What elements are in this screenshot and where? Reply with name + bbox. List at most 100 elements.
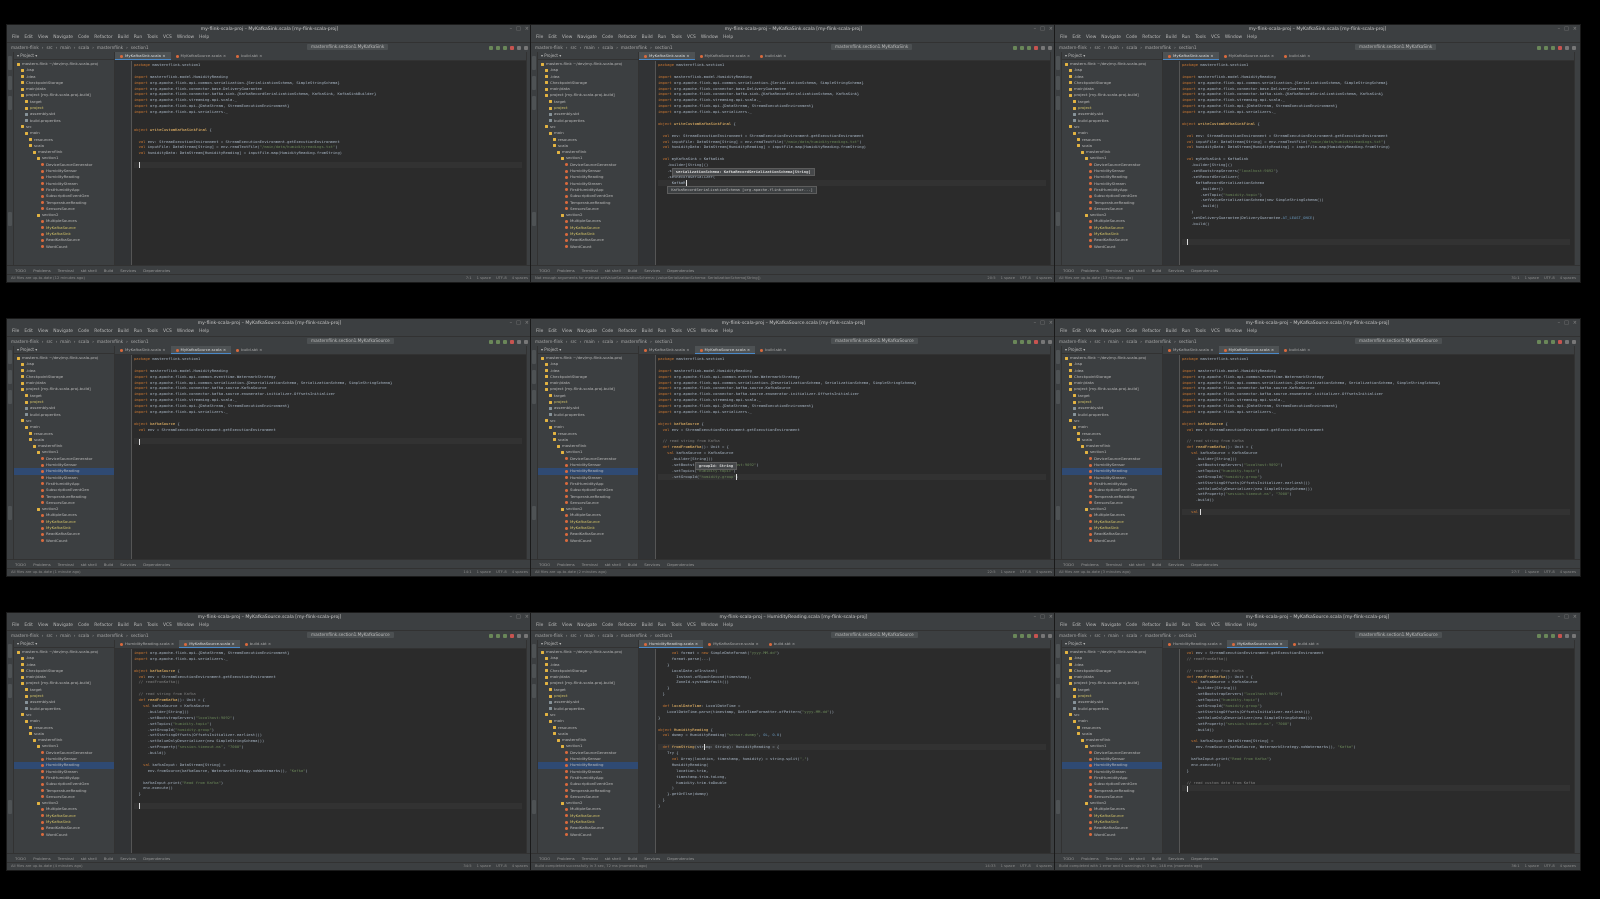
tool-window-dependencies[interactable]: Dependencies xyxy=(1191,856,1218,861)
commit-tool-icon[interactable] xyxy=(532,76,536,90)
breadcrumb-item[interactable]: main xyxy=(1108,339,1118,344)
menu-item-edit[interactable]: Edit xyxy=(548,623,557,628)
maximize-icon[interactable]: □ xyxy=(516,614,521,620)
close-icon[interactable]: × xyxy=(1270,347,1274,352)
commit-tool-icon[interactable] xyxy=(1056,76,1060,90)
code-area[interactable]: package masternflink.section1 import mast… xyxy=(1163,61,1574,266)
maximize-icon[interactable]: □ xyxy=(1040,614,1045,620)
menu-item-edit[interactable]: Edit xyxy=(24,35,33,40)
debug-icon[interactable] xyxy=(1020,634,1024,638)
menu-item-file[interactable]: File xyxy=(1060,35,1067,40)
tool-window-services[interactable]: Services xyxy=(1168,562,1184,567)
settings-icon[interactable] xyxy=(524,46,528,50)
debug-icon[interactable] xyxy=(1544,340,1548,344)
menu-item-navigate[interactable]: Navigate xyxy=(577,35,597,40)
menu-item-navigate[interactable]: Navigate xyxy=(577,329,597,334)
minimize-icon[interactable]: – xyxy=(1034,614,1037,620)
status-indicator[interactable]: 1 space xyxy=(1525,570,1539,574)
minimize-icon[interactable]: – xyxy=(510,26,513,32)
menu-item-vcs[interactable]: VCS xyxy=(687,35,696,40)
maximize-icon[interactable]: □ xyxy=(1040,26,1045,32)
status-indicator[interactable]: 1 space xyxy=(1525,276,1539,280)
close-icon[interactable]: × xyxy=(222,53,226,58)
tool-window-terminal[interactable]: Terminal xyxy=(582,562,598,567)
coverage-icon[interactable] xyxy=(1551,340,1555,344)
editor-tab[interactable]: HumidityReading.scala × xyxy=(115,640,179,648)
menu-item-refactor[interactable]: Refactor xyxy=(618,623,636,628)
breadcrumb-item[interactable]: main xyxy=(584,45,594,50)
search-icon[interactable] xyxy=(517,340,521,344)
breadcrumb-item[interactable]: scala xyxy=(78,45,89,50)
tool-window-build[interactable]: Build xyxy=(1152,856,1162,861)
close-icon[interactable]: × xyxy=(685,53,689,58)
breadcrumb-item[interactable]: masternflink xyxy=(97,633,123,638)
coverage-icon[interactable] xyxy=(503,46,507,50)
breadcrumb-item[interactable]: scala xyxy=(78,633,89,638)
menu-item-code[interactable]: Code xyxy=(602,329,613,334)
menu-item-view[interactable]: View xyxy=(1086,623,1096,628)
editor-tab[interactable]: build.sbt × xyxy=(231,52,267,60)
breadcrumb-item[interactable]: masternflink xyxy=(97,339,123,344)
close-icon[interactable]: × xyxy=(1049,614,1053,620)
run-configuration-select[interactable]: masternflink.section1.MyKafkaSink xyxy=(307,44,389,50)
tool-window-services[interactable]: Services xyxy=(644,856,660,861)
menu-item-edit[interactable]: Edit xyxy=(24,623,33,628)
maximize-icon[interactable]: □ xyxy=(516,26,521,32)
stop-icon[interactable] xyxy=(510,340,514,344)
menu-item-refactor[interactable]: Refactor xyxy=(1142,623,1160,628)
search-icon[interactable] xyxy=(1041,46,1045,50)
menu-item-view[interactable]: View xyxy=(38,329,48,334)
editor-tab[interactable]: MyKafkaSink.scala × xyxy=(1163,52,1219,60)
breadcrumb-item[interactable]: mastern-flink xyxy=(1059,45,1087,50)
close-icon[interactable]: × xyxy=(1306,347,1310,352)
menu-item-tools[interactable]: Tools xyxy=(1195,35,1206,40)
commit-tool-icon[interactable] xyxy=(8,370,12,384)
caret-position[interactable]: 34:5 xyxy=(463,864,471,868)
run-icon[interactable] xyxy=(489,46,493,50)
menu-item-code[interactable]: Code xyxy=(602,623,613,628)
tool-window-todo[interactable]: TODO xyxy=(15,268,26,273)
caret-position[interactable]: 36:1 xyxy=(1511,864,1519,868)
parameter-info-popup[interactable]: serializationSchema: KafkaRecordSerializ… xyxy=(671,168,815,177)
tool-window-dependencies[interactable]: Dependencies xyxy=(143,268,170,273)
status-indicator[interactable]: 4 spaces xyxy=(512,276,528,280)
close-icon[interactable]: × xyxy=(782,53,786,58)
code-area[interactable]: package masternflink.section1 import mast… xyxy=(115,61,526,266)
structure-tool-icon[interactable] xyxy=(532,684,536,698)
status-indicator[interactable]: 1 space xyxy=(1001,570,1015,574)
close-icon[interactable]: × xyxy=(791,641,795,646)
close-icon[interactable]: × xyxy=(1306,53,1310,58)
code-area[interactable]: package masternflink.section1 import mast… xyxy=(639,61,1050,266)
menu-item-vcs[interactable]: VCS xyxy=(163,623,172,628)
breadcrumb-item[interactable]: main xyxy=(60,45,70,50)
debug-icon[interactable] xyxy=(1544,634,1548,638)
coverage-icon[interactable] xyxy=(1551,46,1555,50)
tree-item[interactable]: WordCount xyxy=(538,538,638,544)
caret-position[interactable]: 27:7 xyxy=(1511,570,1519,574)
menu-item-tools[interactable]: Tools xyxy=(1195,329,1206,334)
favorites-tool-icon[interactable] xyxy=(532,800,536,814)
breadcrumb-item[interactable]: mastern-flink xyxy=(11,45,39,50)
menu-item-run[interactable]: Run xyxy=(658,35,666,40)
breadcrumb-item[interactable]: scala xyxy=(602,633,613,638)
status-message[interactable]: All files are up-to-date (3 minutes ago) xyxy=(1059,570,1131,574)
stop-icon[interactable] xyxy=(510,46,514,50)
tool-window-sbt-shell[interactable]: sbt shell xyxy=(605,856,621,861)
tool-window-build[interactable]: Build xyxy=(104,268,114,273)
menu-item-refactor[interactable]: Refactor xyxy=(1142,35,1160,40)
close-icon[interactable]: × xyxy=(1209,347,1213,352)
menu-item-tools[interactable]: Tools xyxy=(671,35,682,40)
tool-window-sbt-shell[interactable]: sbt shell xyxy=(1129,856,1145,861)
status-indicator[interactable]: 1 space xyxy=(477,864,491,868)
status-indicator[interactable]: 4 spaces xyxy=(512,864,528,868)
tool-window-build[interactable]: Build xyxy=(628,562,638,567)
project-tool-icon[interactable] xyxy=(1056,644,1060,658)
tool-window-terminal[interactable]: Terminal xyxy=(1106,856,1122,861)
settings-icon[interactable] xyxy=(524,340,528,344)
menu-item-navigate[interactable]: Navigate xyxy=(53,329,73,334)
debug-icon[interactable] xyxy=(496,634,500,638)
favorites-tool-icon[interactable] xyxy=(1056,506,1060,520)
favorites-tool-icon[interactable] xyxy=(532,212,536,226)
menu-item-help[interactable]: Help xyxy=(1247,35,1257,40)
stop-icon[interactable] xyxy=(510,634,514,638)
